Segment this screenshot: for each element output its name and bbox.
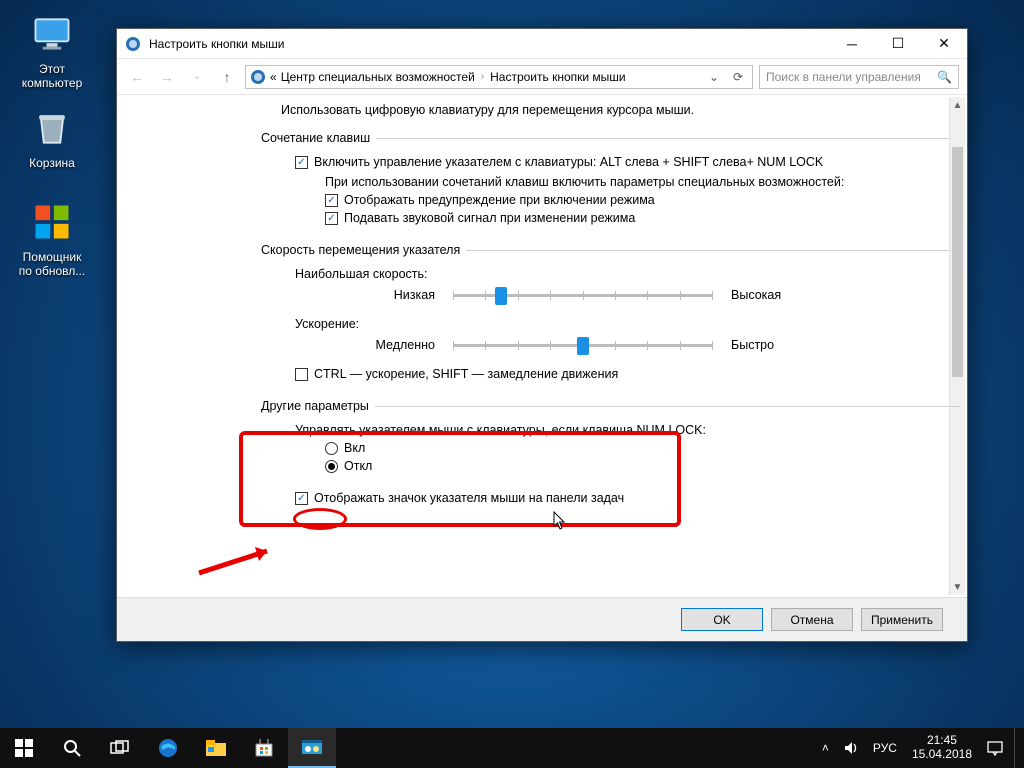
taskbar-search-button[interactable] <box>48 728 96 768</box>
desktop-icon-label: Корзина <box>12 156 92 170</box>
checkbox-show-warning[interactable] <box>325 194 338 207</box>
group-other-params: Другие параметры Управлять указателем мы… <box>261 399 961 509</box>
checkbox-label: CTRL — ускорение, SHIFT — замедление дви… <box>314 367 618 381</box>
dialog-button-row: OK Отмена Применить <box>117 597 967 641</box>
radio-label: Вкл <box>344 441 365 455</box>
slider-thumb[interactable] <box>577 337 589 355</box>
checkbox-label: Отображать значок указателя мыши на пане… <box>314 491 624 505</box>
nav-up-button[interactable]: ↑ <box>215 65 239 89</box>
checkbox-label: Включить управление указателем с клавиат… <box>314 155 823 169</box>
slider-fast-label: Быстро <box>731 338 774 352</box>
breadcrumb-root[interactable]: « <box>270 70 277 84</box>
top-speed-slider[interactable] <box>453 285 713 305</box>
search-placeholder: Поиск в панели управления <box>766 70 921 84</box>
recycle-bin-icon <box>28 104 76 152</box>
tray-volume-icon[interactable] <box>836 728 866 768</box>
subhead-text: При использовании сочетаний клавиш включ… <box>325 175 961 189</box>
control-panel-window: Настроить кнопки мыши ─ ☐ ✕ ← → ⌄ ↑ « Це… <box>116 28 968 642</box>
checkbox-ctrl-shift[interactable] <box>295 368 308 381</box>
address-dropdown[interactable]: ⌄ <box>704 70 724 84</box>
nav-back-button[interactable]: ← <box>125 65 149 89</box>
start-button[interactable] <box>0 728 48 768</box>
group-legend: Скорость перемещения указателя <box>261 243 460 257</box>
content-area: ▲ ▼ Использовать цифровую клавиатуру для… <box>117 95 967 597</box>
taskbar-explorer[interactable] <box>192 728 240 768</box>
top-speed-label: Наибольшая скорость: <box>295 267 961 281</box>
tray-language[interactable]: РУС <box>866 728 904 768</box>
slider-thumb[interactable] <box>495 287 507 305</box>
group-key-combo: Сочетание клавиш Включить управление ука… <box>261 131 961 229</box>
cancel-button[interactable]: Отмена <box>771 608 853 631</box>
computer-icon <box>28 10 76 58</box>
nav-forward-button[interactable]: → <box>155 65 179 89</box>
taskbar[interactable]: ˄ РУС 21:45 15.04.2018 <box>0 728 1024 768</box>
apply-button[interactable]: Применить <box>861 608 943 631</box>
close-button[interactable]: ✕ <box>921 29 967 58</box>
ok-button[interactable]: OK <box>681 608 763 631</box>
desktop-icon-recycle-bin[interactable]: Корзина <box>12 104 92 170</box>
desktop-icon-this-pc[interactable]: Этот компьютер <box>12 10 92 90</box>
checkbox-label: Подавать звуковой сигнал при изменении р… <box>344 211 635 225</box>
cursor-icon <box>553 511 567 536</box>
system-tray: ˄ РУС 21:45 15.04.2018 <box>815 728 1024 768</box>
acceleration-slider[interactable] <box>453 335 713 355</box>
address-bar[interactable]: « Центр специальных возможностей › Настр… <box>245 65 753 89</box>
refresh-button[interactable]: ⟳ <box>728 70 748 84</box>
maximize-button[interactable]: ☐ <box>875 29 921 58</box>
slider-high-label: Высокая <box>731 288 781 302</box>
taskbar-store[interactable] <box>240 728 288 768</box>
titlebar[interactable]: Настроить кнопки мыши ─ ☐ ✕ <box>117 29 967 59</box>
group-legend: Другие параметры <box>261 399 369 413</box>
radio-numlock-on[interactable] <box>325 442 338 455</box>
radio-numlock-off[interactable] <box>325 460 338 473</box>
slider-low-label: Низкая <box>325 288 435 302</box>
show-desktop-button[interactable] <box>1014 728 1020 768</box>
control-panel-icon <box>125 36 141 52</box>
checkbox-show-tray-icon[interactable] <box>295 492 308 505</box>
desktop: Этот компьютер Корзина Помощник по обнов… <box>0 0 1024 768</box>
windows-update-icon <box>28 198 76 246</box>
task-view-button[interactable] <box>96 728 144 768</box>
search-icon: 🔍 <box>937 70 952 84</box>
breadcrumb-current[interactable]: Настроить кнопки мыши <box>490 70 626 84</box>
window-title: Настроить кнопки мыши <box>149 37 829 51</box>
annotation-red-arrow <box>197 543 287 577</box>
tray-clock[interactable]: 21:45 15.04.2018 <box>904 734 980 762</box>
breadcrumb-parent[interactable]: Центр специальных возможностей <box>281 70 475 84</box>
checkbox-enable-mousekeys[interactable] <box>295 156 308 169</box>
scroll-thumb[interactable] <box>952 147 963 377</box>
desktop-icon-label: Помощник по обновл... <box>12 250 92 278</box>
nav-row: ← → ⌄ ↑ « Центр специальных возможностей… <box>117 59 967 95</box>
group-pointer-speed: Скорость перемещения указателя Наибольша… <box>261 243 961 385</box>
intro-text: Использовать цифровую клавиатуру для пер… <box>281 103 939 117</box>
action-center-button[interactable] <box>980 728 1010 768</box>
tray-date: 15.04.2018 <box>912 748 972 762</box>
radio-label: Откл <box>344 459 372 473</box>
taskbar-edge[interactable] <box>144 728 192 768</box>
tray-time: 21:45 <box>912 734 972 748</box>
slider-slow-label: Медленно <box>325 338 435 352</box>
scroll-up-icon[interactable]: ▲ <box>950 97 965 113</box>
numlock-subhead: Управлять указателем мыши с клавиатуры, … <box>295 423 961 437</box>
acceleration-label: Ускорение: <box>295 317 961 331</box>
checkbox-play-sound[interactable] <box>325 212 338 225</box>
minimize-button[interactable]: ─ <box>829 29 875 58</box>
taskbar-control-panel[interactable] <box>288 728 336 768</box>
tray-overflow-button[interactable]: ˄ <box>815 728 836 768</box>
annotation-red-ellipse <box>293 508 347 530</box>
search-input[interactable]: Поиск в панели управления 🔍 <box>759 65 959 89</box>
vertical-scrollbar[interactable]: ▲ ▼ <box>949 97 965 595</box>
desktop-icon-update-helper[interactable]: Помощник по обновл... <box>12 198 92 278</box>
nav-recent-dropdown[interactable]: ⌄ <box>185 65 209 89</box>
group-legend: Сочетание клавиш <box>261 131 370 145</box>
control-panel-icon <box>250 69 266 85</box>
chevron-right-icon: › <box>479 71 486 82</box>
scroll-down-icon[interactable]: ▼ <box>950 579 965 595</box>
checkbox-label: Отображать предупреждение при включении … <box>344 193 655 207</box>
desktop-icon-label: Этот компьютер <box>12 62 92 90</box>
